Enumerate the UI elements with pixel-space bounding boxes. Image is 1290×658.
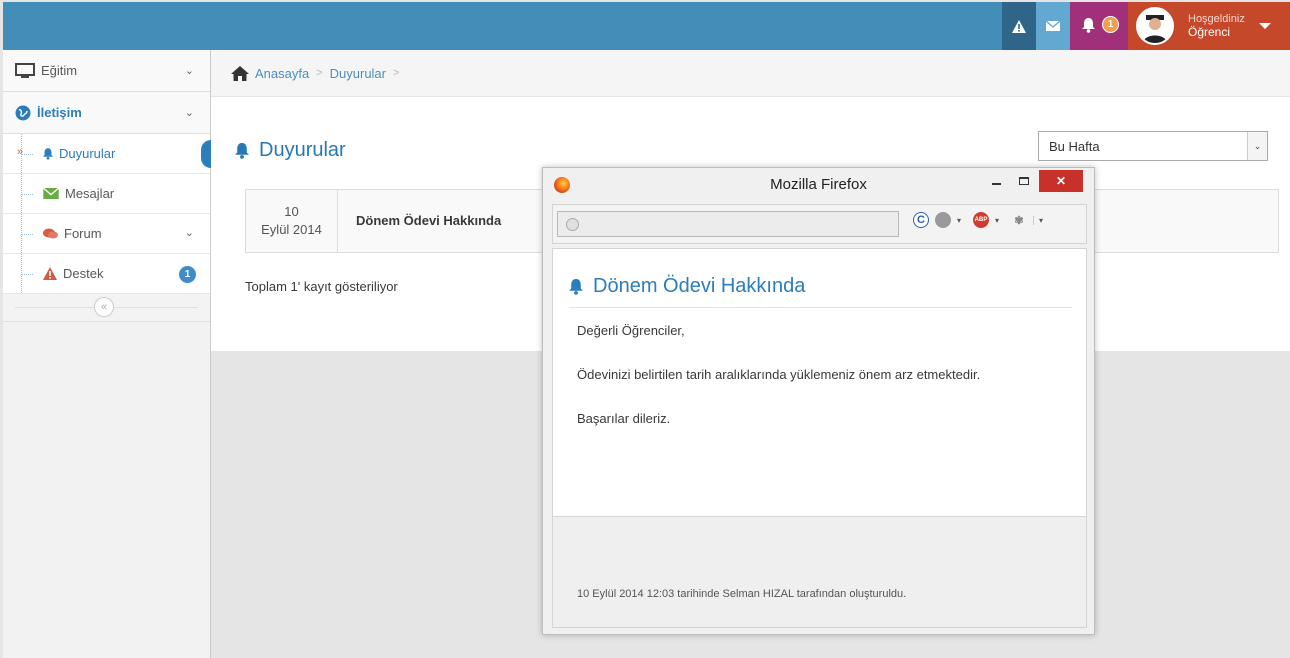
sidebar-item-duyurular[interactable]: » Duyurular <box>3 134 211 174</box>
chevron-down-icon: ⌄ <box>184 65 194 77</box>
announcement-title[interactable]: Dönem Ödevi Hakkında <box>356 213 501 228</box>
caret-down-icon <box>1258 23 1271 29</box>
chevron-down-icon: ⌄ <box>1247 132 1267 160</box>
breadcrumb-duyurular[interactable]: Duyurular <box>330 66 386 81</box>
sidebar-item-label: Duyurular <box>59 146 116 161</box>
browser-toolbar: C ▾ ABP ▾ ✾ ▾ <box>552 204 1087 244</box>
user-avatar-icon <box>1138 9 1172 43</box>
sidebar-item-label: Forum <box>64 226 102 241</box>
maximize-icon <box>1019 177 1029 185</box>
adblock-icon[interactable]: ABP <box>973 212 990 228</box>
period-select-value: Bu Hafta <box>1049 138 1100 154</box>
date-day: 10 <box>284 204 299 219</box>
sidebar-item-label: Destek <box>63 266 104 281</box>
date-month-year: Eylül 2014 <box>261 222 322 237</box>
chevron-down-icon: ⌄ <box>184 227 194 239</box>
sidebar-item-destek[interactable]: Destek 1 <box>3 254 210 294</box>
navbar-actions: 1 Hoşgeldiniz Öğrenci <box>1002 2 1290 50</box>
window-titlebar[interactable]: Mozilla Firefox ✕ <box>543 168 1094 200</box>
notifications-badge: 1 <box>1102 16 1119 33</box>
warning-icon <box>1012 19 1026 33</box>
period-select[interactable]: Bu Hafta ⌄ <box>1038 131 1268 161</box>
breadcrumb-home[interactable]: Anasayfa <box>255 66 309 81</box>
chevron-down-icon: ⌄ <box>184 107 194 119</box>
announcement-date: 10 Eylül 2014 <box>246 190 338 252</box>
sidebar-item-mesajlar[interactable]: Mesajlar <box>3 174 210 214</box>
active-arrow-icon: » <box>17 146 24 158</box>
address-bar[interactable] <box>557 211 899 237</box>
desktop-icon <box>15 62 35 78</box>
announcement-paragraph: Ödevinizi belirtilen tarih aralıklarında… <box>577 367 981 382</box>
announcement-paragraph: Değerli Öğrenciler, <box>577 323 685 338</box>
close-icon: ✕ <box>1055 174 1067 188</box>
sidebar-item-label: İletişim <box>37 105 82 120</box>
heading-divider <box>569 307 1072 308</box>
globe-icon <box>15 105 31 120</box>
sidebar-submenu: » Duyurular Mesajlar Forum ⌄ Destek 1 <box>3 134 211 294</box>
created-by-text: 10 Eylül 2014 12:03 tarihinde Selman HIZ… <box>577 588 907 600</box>
popup-footer: 10 Eylül 2014 12:03 tarihinde Selman HIZ… <box>552 516 1087 628</box>
user-name: Öğrenci <box>1188 25 1231 39</box>
comments-icon <box>43 228 58 238</box>
addon-c-icon[interactable]: C <box>913 212 929 228</box>
breadcrumb: Anasayfa > Duyurular > <box>211 50 1290 97</box>
close-button[interactable]: ✕ <box>1039 170 1083 192</box>
page-title-text: Duyurular <box>259 139 346 161</box>
warning-icon <box>43 267 57 280</box>
addon-gray-icon[interactable] <box>935 212 951 228</box>
minimize-button[interactable] <box>983 170 1009 192</box>
popup-heading: Dönem Ödevi Hakkında <box>569 275 805 298</box>
sidebar-item-egitim[interactable]: Eğitim ⌄ <box>3 50 210 92</box>
breadcrumb-separator: > <box>316 67 323 79</box>
double-chevron-left-icon: « <box>100 301 108 313</box>
sidebar: Eğitim ⌄ İletişim ⌄ » Duyurular Mesajlar… <box>3 50 211 658</box>
sidebar-item-forum[interactable]: Forum ⌄ <box>3 214 210 254</box>
globe-icon <box>566 218 579 231</box>
top-navbar: 1 Hoşgeldiniz Öğrenci <box>3 2 1290 50</box>
bell-icon <box>569 278 583 295</box>
collapse-sidebar-button[interactable]: « <box>94 297 114 317</box>
sidebar-item-label: Mesajlar <box>65 186 115 201</box>
toolbar-addons: C ▾ ABP ▾ ✾ ▾ <box>913 212 1049 228</box>
sidebar-item-label: Eğitim <box>41 63 78 78</box>
active-indicator <box>201 140 211 168</box>
popup-heading-text: Dönem Ödevi Hakkında <box>593 275 806 297</box>
minimize-icon <box>991 183 1001 185</box>
popup-page: Dönem Ödevi Hakkında Değerli Öğrenciler,… <box>552 248 1087 516</box>
maximize-button[interactable] <box>1011 170 1037 192</box>
home-icon[interactable] <box>231 65 249 81</box>
bell-icon <box>1082 18 1095 36</box>
avatar <box>1136 7 1174 45</box>
dropdown-icon[interactable]: ▾ <box>957 216 961 225</box>
user-info: Hoşgeldiniz Öğrenci <box>1188 13 1245 39</box>
menu-dropdown-icon[interactable]: ▾ <box>1033 215 1043 225</box>
record-count: Toplam 1' kayıt gösteriliyor <box>245 279 398 294</box>
page-title: Duyurular <box>235 139 346 162</box>
notifications-button[interactable]: 1 <box>1070 2 1128 50</box>
bell-icon <box>235 142 249 159</box>
messages-button[interactable] <box>1036 2 1070 50</box>
dropdown-icon[interactable]: ▾ <box>995 216 999 225</box>
sidebar-collapse: « <box>3 294 210 322</box>
breadcrumb-separator: > <box>393 67 400 79</box>
tools-icon[interactable]: ✾ <box>1011 212 1027 228</box>
destek-badge: 1 <box>179 266 196 283</box>
envelope-icon <box>1046 21 1060 31</box>
alert-button[interactable] <box>1002 2 1036 50</box>
bell-icon <box>43 147 53 160</box>
firefox-popup-window: Mozilla Firefox ✕ C ▾ ABP ▾ ✾ ▾ Dönem Öd… <box>542 167 1095 635</box>
user-menu[interactable]: Hoşgeldiniz Öğrenci <box>1128 2 1290 50</box>
envelope-icon <box>43 188 59 199</box>
announcement-paragraph: Başarılar dileriz. <box>577 411 671 426</box>
sidebar-item-iletisim[interactable]: İletişim ⌄ <box>3 92 210 134</box>
